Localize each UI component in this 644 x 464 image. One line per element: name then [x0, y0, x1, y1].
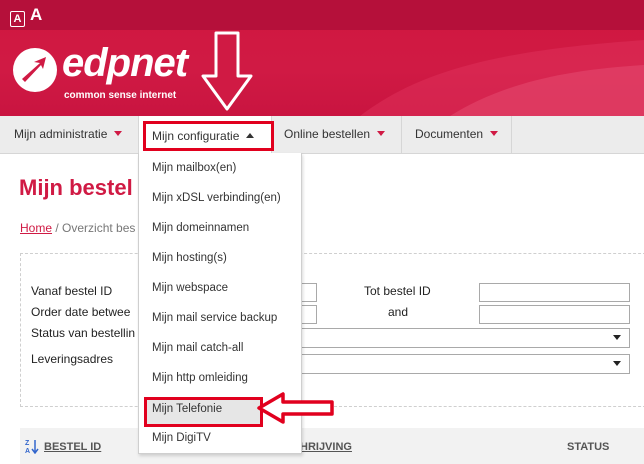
- edpnet-logo-icon[interactable]: [10, 45, 60, 95]
- svg-text:A: A: [25, 448, 30, 454]
- annotation-left-arrow-icon: [257, 392, 334, 424]
- font-size-large-button[interactable]: A: [30, 5, 42, 25]
- date-to-input[interactable]: [479, 305, 630, 324]
- top-bar: A A: [0, 0, 644, 30]
- brand-name[interactable]: edpnet: [62, 41, 188, 86]
- menu-item-http-omleiding[interactable]: Mijn http omleiding: [152, 366, 248, 390]
- column-header-status: STATUS: [567, 441, 610, 453]
- breadcrumb-current: / Overzicht bes: [52, 221, 136, 235]
- caret-down-icon: [114, 131, 123, 136]
- main-nav: Mijn administratie Mijn configuratie Onl…: [0, 116, 644, 154]
- nav-label: Mijn configuratie: [152, 129, 240, 143]
- to-id-input[interactable]: [479, 283, 630, 302]
- nav-item-configuratie[interactable]: Mijn configuratie: [139, 116, 274, 153]
- menu-item-telefonie[interactable]: Mijn Telefonie: [152, 397, 222, 421]
- breadcrumb: Home / Overzicht bes: [20, 221, 138, 235]
- menu-item-digitv[interactable]: Mijn DigiTV: [152, 426, 211, 450]
- select-caret-icon: [613, 361, 621, 366]
- font-size-small-button[interactable]: A: [10, 11, 25, 27]
- nav-label: Documenten: [415, 127, 484, 141]
- menu-item-mail-backup[interactable]: Mijn mail service backup: [152, 306, 277, 330]
- menu-item-mailbox[interactable]: Mijn mailbox(en): [152, 156, 236, 180]
- menu-item-xdsl[interactable]: Mijn xDSL verbinding(en): [152, 186, 281, 210]
- menu-item-mail-catch-all[interactable]: Mijn mail catch-all: [152, 336, 243, 360]
- breadcrumb-home-link[interactable]: Home: [20, 221, 52, 235]
- caret-down-icon: [490, 131, 499, 136]
- and-label: and: [388, 305, 409, 319]
- site-header: A A edpnet common sense internet: [0, 0, 644, 116]
- caret-down-icon: [377, 131, 386, 136]
- caret-up-icon: [246, 133, 255, 138]
- page-title: Mijn bestel: [19, 175, 133, 200]
- from-id-input[interactable]: [300, 283, 317, 302]
- nav-label: Mijn administratie: [14, 127, 108, 141]
- header-decoration: [360, 40, 644, 116]
- highlight-box: Mijn configuratie: [143, 121, 274, 151]
- annotation-down-arrow-icon: [201, 31, 253, 111]
- nav-item-online-bestellen[interactable]: Online bestellen: [272, 116, 402, 153]
- nav-item-administratie[interactable]: Mijn administratie: [0, 116, 139, 153]
- brand-tagline: common sense internet: [64, 90, 177, 101]
- nav-label: Online bestellen: [284, 127, 371, 141]
- address-label: Leveringsadres: [31, 352, 114, 366]
- svg-text:Z: Z: [25, 440, 30, 447]
- date-label: Order date betwee: [31, 305, 131, 319]
- select-caret-icon: [613, 335, 621, 340]
- to-id-label: Tot bestel ID: [364, 284, 431, 298]
- menu-item-hosting[interactable]: Mijn hosting(s): [152, 246, 227, 270]
- nav-item-documenten[interactable]: Documenten: [402, 116, 512, 153]
- column-header-beschrijving[interactable]: HRIJVING: [300, 441, 352, 453]
- sort-az-icon[interactable]: Z A: [25, 438, 39, 454]
- status-select[interactable]: [300, 328, 630, 348]
- orders-table-header: Z A BESTEL ID HRIJVING STATUS: [20, 428, 644, 464]
- menu-item-webspace[interactable]: Mijn webspace: [152, 276, 228, 300]
- from-id-label: Vanaf bestel ID: [31, 284, 113, 298]
- address-select[interactable]: [300, 354, 630, 374]
- status-label: Status van bestellin: [31, 326, 136, 340]
- menu-item-domeinnamen[interactable]: Mijn domeinnamen: [152, 216, 249, 240]
- date-from-input[interactable]: [300, 305, 317, 324]
- column-header-bestel-id[interactable]: BESTEL ID: [44, 441, 101, 453]
